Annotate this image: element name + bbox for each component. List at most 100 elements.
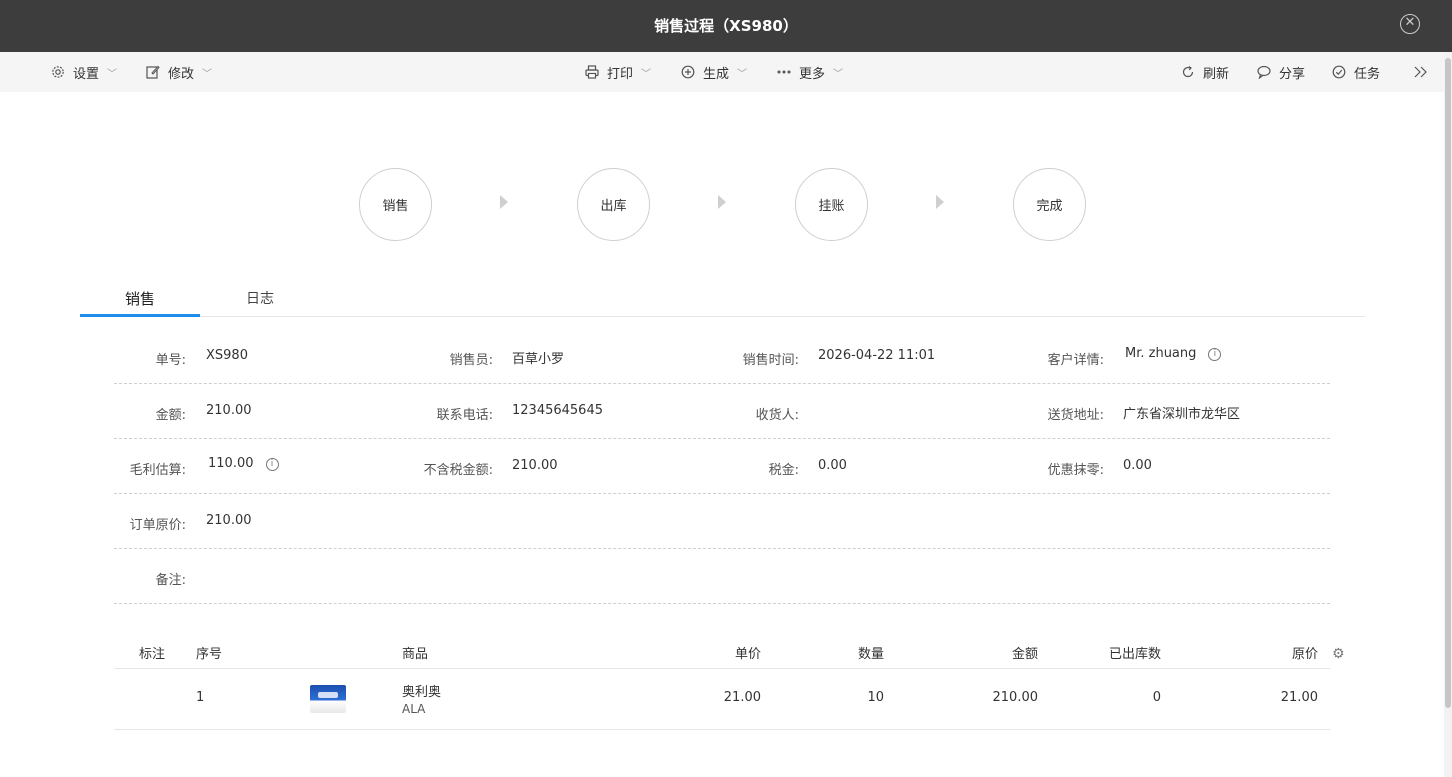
remark-label: 备注: — [155, 573, 186, 588]
more-menu[interactable]: 更多 ﹀ — [776, 52, 843, 92]
info-icon[interactable]: i — [265, 458, 279, 471]
task-button[interactable]: 任务 — [1331, 52, 1380, 92]
chevron-down-icon: ﹀ — [833, 68, 844, 80]
cell-amount: 210.00 — [992, 690, 1039, 705]
share-button[interactable]: 分享 — [1256, 52, 1305, 92]
order-no-value: XS980 — [206, 348, 248, 363]
cell-index: 1 — [196, 690, 205, 705]
edit-menu[interactable]: 修改 ﹀ — [145, 52, 212, 92]
col-product: 商品 — [402, 647, 429, 662]
col-index: 序号 — [196, 647, 223, 662]
col-amount: 金额 — [1011, 647, 1038, 662]
chevron-down-icon: ﹀ — [737, 68, 748, 80]
salesperson-value: 百草小罗 — [512, 352, 565, 367]
cell-product-name[interactable]: 奥利奥 — [402, 681, 441, 700]
order-no-label: 单号: — [155, 353, 186, 368]
title-bar: 销售过程（XS980） ✕ — [0, 0, 1452, 52]
col-mark: 标注 — [139, 647, 166, 662]
generate-label: 生成 — [703, 66, 730, 82]
discount-label: 优惠抹零: — [1047, 463, 1104, 478]
discount-value: 0.00 — [1123, 458, 1152, 473]
step-arrow-icon — [936, 195, 944, 209]
phone-label: 联系电话: — [436, 408, 493, 423]
edit-label: 修改 — [168, 66, 195, 82]
receiver-label: 收货人: — [755, 408, 799, 423]
step-account: 挂账 — [795, 168, 868, 241]
cell-qty: 10 — [867, 690, 884, 705]
pretax-amount-value: 210.00 — [512, 458, 558, 473]
amount-value: 210.00 — [206, 403, 252, 418]
table-row[interactable]: 1 奥利奥 ALA 21.00 10 210.00 0 21.00 — [114, 669, 1330, 730]
customer-label: 客户详情: — [1047, 353, 1104, 368]
print-menu[interactable]: 打印 ﹀ — [584, 52, 651, 92]
col-original: 原价 — [1291, 647, 1318, 662]
table-header: 标注 序号 商品 单价 数量 金额 已出库数 原价 ⚙ — [114, 630, 1345, 669]
settings-label: 设置 — [73, 66, 100, 82]
more-label: 更多 — [799, 66, 826, 82]
cell-shipped: 0 — [1152, 690, 1161, 705]
double-chevron-right-icon — [1412, 64, 1428, 80]
scrollbar-thumb[interactable] — [1445, 58, 1451, 708]
gross-profit-value: 110.00 — [208, 456, 254, 471]
col-shipped: 已出库数 — [1108, 647, 1161, 662]
share-label: 分享 — [1279, 66, 1306, 82]
ellipsis-icon — [776, 64, 792, 80]
salesperson-label: 销售员: — [449, 353, 493, 368]
refresh-icon — [1180, 64, 1196, 80]
step-complete: 完成 — [1013, 168, 1086, 241]
comment-icon — [1256, 64, 1272, 80]
chevron-down-icon: ﹀ — [107, 68, 118, 80]
tab-log[interactable]: 日志 — [200, 283, 320, 317]
step-outbound: 出库 — [577, 168, 650, 241]
task-label: 任务 — [1354, 66, 1381, 82]
step-sale: 销售 — [359, 168, 432, 241]
cell-price: 21.00 — [723, 690, 761, 705]
phone-value: 12345645645 — [512, 403, 603, 418]
original-price-label: 订单原价: — [129, 518, 186, 533]
detail-row: 单号: XS980 销售员: 百草小罗 销售时间: 2026-04-22 11:… — [114, 329, 1330, 384]
window-title: 销售过程（XS980） — [654, 17, 798, 35]
col-qty: 数量 — [857, 647, 884, 662]
detail-row: 备注: — [114, 549, 1330, 604]
cell-original: 21.00 — [1280, 690, 1318, 705]
refresh-label: 刷新 — [1203, 66, 1230, 82]
toolbar: 设置 ﹀ 修改 ﹀ 打印 ﹀ 生成 ﹀ 更多 ﹀ 刷新 分享 任务 — [0, 52, 1444, 92]
expand-button[interactable] — [1412, 52, 1435, 92]
detail-row: 金额: 210.00 联系电话: 12345645645 收货人: 送货地址: … — [114, 384, 1330, 439]
info-icon[interactable]: i — [1208, 348, 1222, 361]
chevron-down-icon: ﹀ — [202, 68, 213, 80]
vertical-scrollbar[interactable] — [1444, 52, 1452, 777]
original-price-value: 210.00 — [206, 513, 252, 528]
print-label: 打印 — [607, 66, 634, 82]
close-icon[interactable]: ✕ — [1400, 14, 1420, 34]
tab-sale[interactable]: 销售 — [80, 283, 200, 317]
check-circle-icon — [1331, 64, 1347, 80]
refresh-button[interactable]: 刷新 — [1180, 52, 1229, 92]
chevron-down-icon: ﹀ — [641, 68, 652, 80]
customer-value: Mr. zhuang — [1125, 346, 1197, 361]
address-value: 广东省深圳市龙华区 — [1123, 407, 1241, 422]
tab-bar: 销售 日志 — [80, 283, 1365, 317]
sale-time-label: 销售时间: — [742, 353, 799, 368]
sale-time-value: 2026-04-22 11:01 — [818, 348, 936, 363]
cell-product-code: ALA — [402, 702, 426, 716]
settings-menu[interactable]: 设置 ﹀ — [50, 52, 117, 92]
col-price: 单价 — [734, 647, 761, 662]
customer-detail: Mr. zhuang i — [1125, 346, 1222, 361]
gross-profit-label: 毛利估算: — [129, 463, 186, 478]
amount-label: 金额: — [155, 408, 186, 423]
product-thumbnail[interactable] — [310, 685, 346, 713]
printer-icon — [584, 64, 600, 80]
generate-menu[interactable]: 生成 ﹀ — [680, 52, 747, 92]
pretax-amount-label: 不含税金额: — [423, 463, 493, 478]
tax-value: 0.00 — [818, 458, 847, 473]
gear-icon — [50, 64, 66, 80]
step-arrow-icon — [500, 195, 508, 209]
detail-row: 毛利估算: 110.00 i 不含税金额: 210.00 税金: 0.00 优惠抹… — [114, 439, 1330, 494]
tax-label: 税金: — [768, 463, 799, 478]
edit-icon — [145, 64, 161, 80]
detail-row: 订单原价: 210.00 — [114, 494, 1330, 549]
plus-circle-icon — [680, 64, 696, 80]
column-settings-icon[interactable]: ⚙ — [1332, 646, 1345, 662]
gross-profit-detail: 110.00 i — [208, 456, 279, 471]
